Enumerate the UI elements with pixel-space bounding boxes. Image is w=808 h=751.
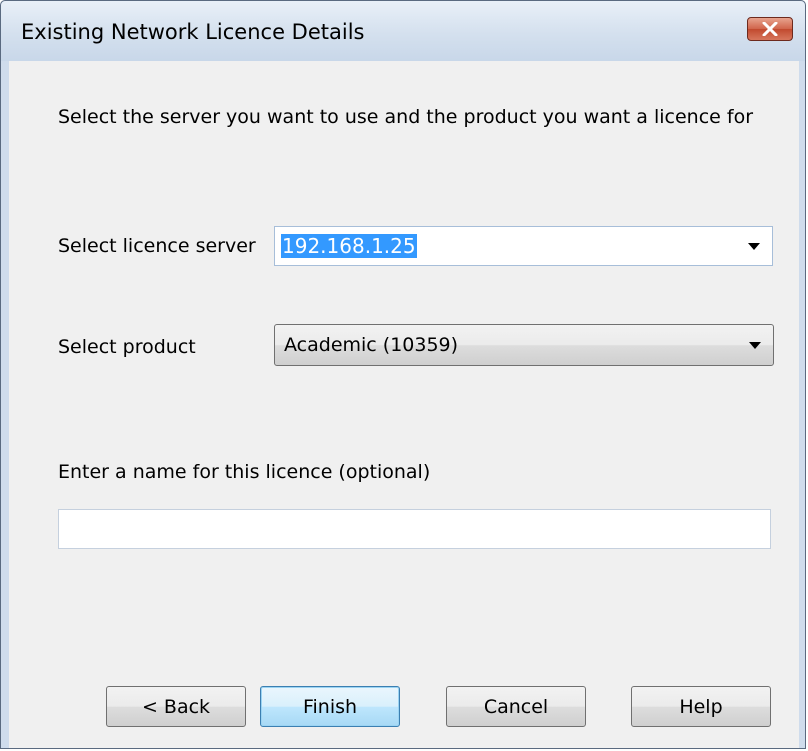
chevron-down-icon[interactable] xyxy=(748,243,760,250)
licence-name-input[interactable] xyxy=(58,509,771,549)
server-label: Select licence server xyxy=(58,235,256,257)
back-button[interactable]: < Back xyxy=(106,686,246,727)
chevron-down-icon[interactable] xyxy=(749,342,761,349)
instruction-text: Select the server you want to use and th… xyxy=(58,106,754,128)
help-button[interactable]: Help xyxy=(631,686,771,727)
product-select-value: Academic (10359) xyxy=(284,334,459,356)
licence-dialog-window: Existing Network Licence Details Select … xyxy=(0,0,806,749)
product-label: Select product xyxy=(58,336,196,358)
title-bar[interactable]: Existing Network Licence Details xyxy=(1,1,805,61)
finish-button[interactable]: Finish xyxy=(260,686,400,727)
licence-server-combobox[interactable]: 192.168.1.25 xyxy=(274,226,773,266)
name-label: Enter a name for this licence (optional) xyxy=(58,461,431,483)
licence-server-value[interactable]: 192.168.1.25 xyxy=(281,234,417,258)
product-select[interactable]: Academic (10359) xyxy=(274,324,774,366)
close-button[interactable] xyxy=(747,17,793,41)
close-icon xyxy=(762,22,778,36)
cancel-button[interactable]: Cancel xyxy=(446,686,586,727)
window-title: Existing Network Licence Details xyxy=(21,20,365,44)
dialog-body: Select the server you want to use and th… xyxy=(9,61,799,748)
